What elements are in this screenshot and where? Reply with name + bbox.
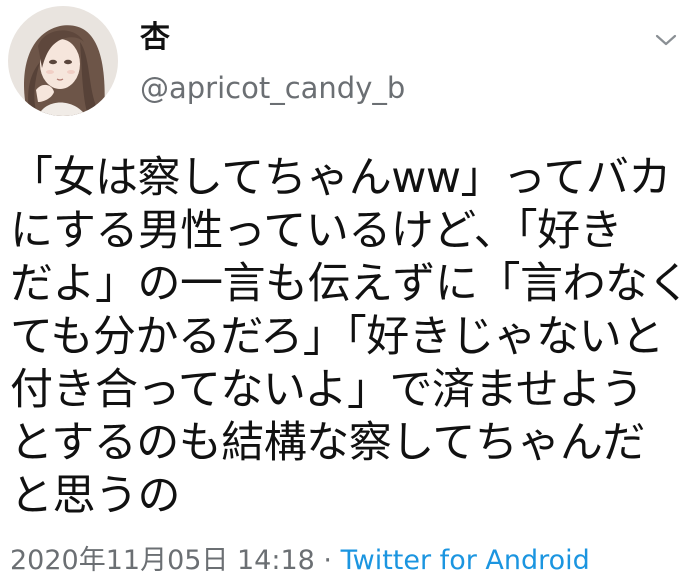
- avatar-illustration: [8, 6, 118, 116]
- tweet-text-line: とするのも結構な察してちゃんだ: [10, 418, 645, 468]
- tweet-text-line: ても分かるだろ」「好きじゃないと: [10, 312, 664, 362]
- tweet-source-link[interactable]: Twitter for Android: [341, 545, 590, 576]
- more-options-button[interactable]: [650, 24, 682, 56]
- tweet-text: 「女は察してちゃんww」ってバカ にする男性っているけど、「好き だよ」の一言も…: [10, 152, 689, 523]
- tweet-meta: 2020年11月05日 14:18 · Twitter for Android: [10, 542, 590, 580]
- tweet-text-line: と思うの: [10, 471, 181, 521]
- tweet-card: 杏 @apricot_candy_b 「女は察してちゃんww」ってバカ にする男…: [0, 0, 689, 584]
- display-name[interactable]: 杏: [140, 20, 170, 56]
- tweet-timestamp[interactable]: 2020年11月05日 14:18: [10, 545, 315, 576]
- meta-separator: ·: [323, 545, 333, 576]
- tweet-text-line: だよ」の一言も伝えずに「言わなく: [10, 259, 689, 309]
- tweet-text-line: 「女は察してちゃんww」ってバカ: [10, 153, 671, 203]
- chevron-down-icon: [655, 34, 677, 46]
- avatar[interactable]: [8, 6, 118, 116]
- tweet-text-line: にする男性っているけど、「好き: [10, 206, 623, 256]
- user-handle[interactable]: @apricot_candy_b: [140, 70, 405, 106]
- tweet-text-line: 付き合ってないよ」で済ませよう: [10, 365, 644, 415]
